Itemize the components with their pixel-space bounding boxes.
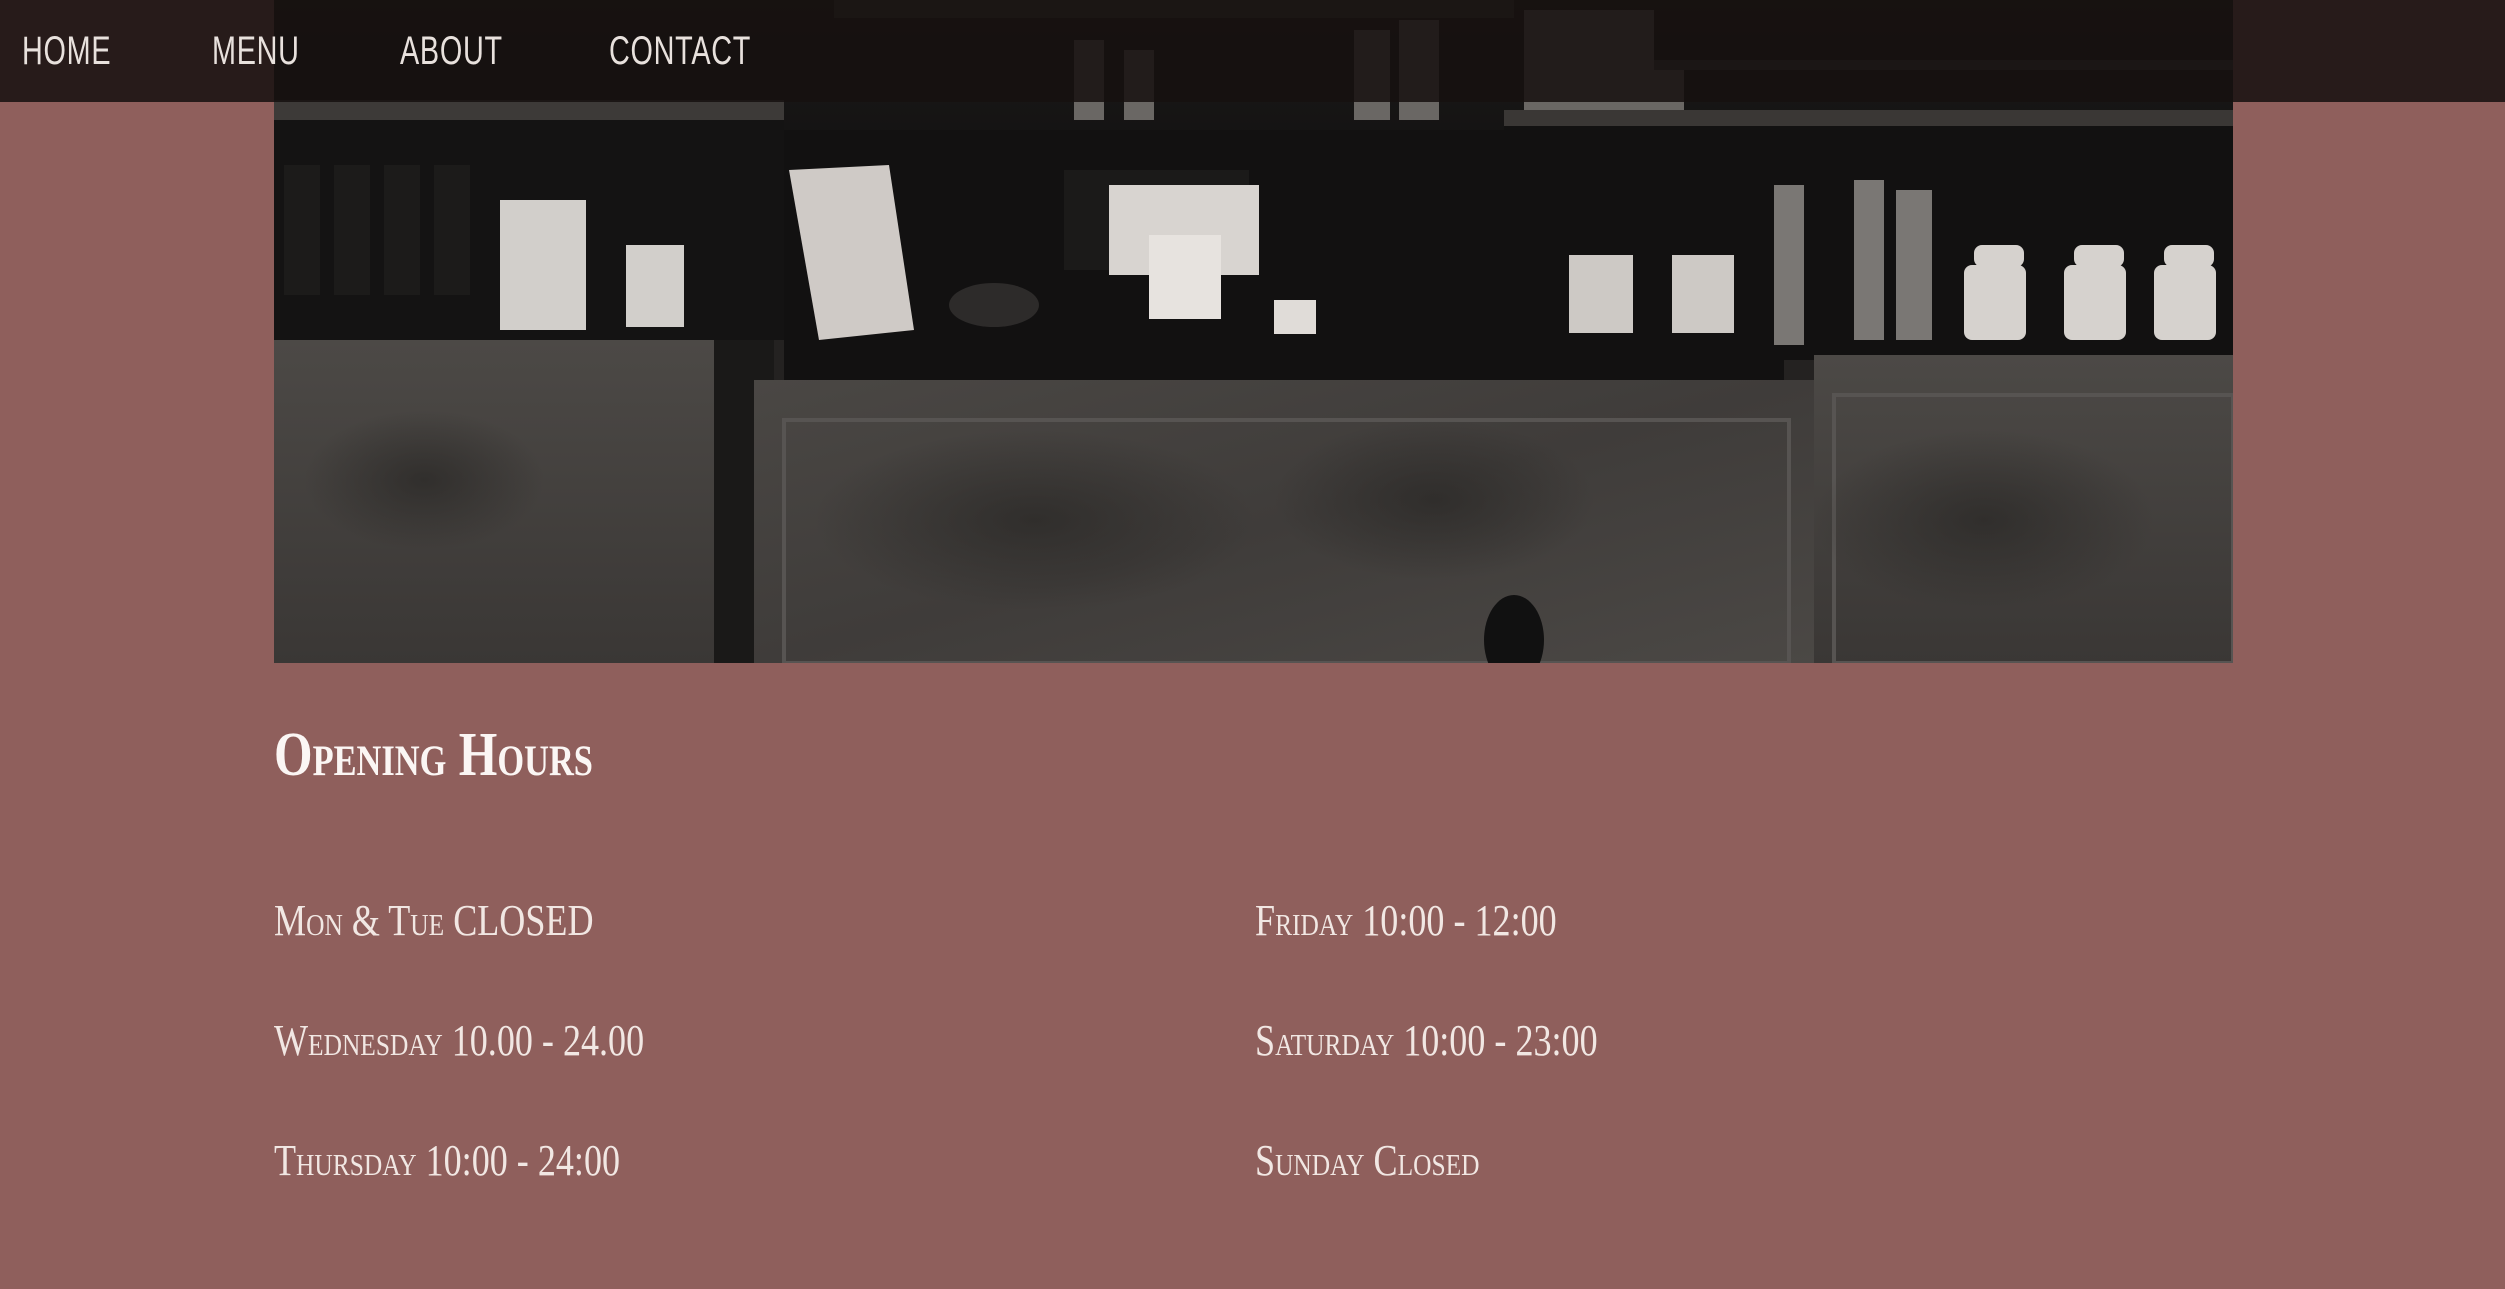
top-nav: HOME MENU ABOUT CONTACT (0, 0, 2505, 102)
nav-home[interactable]: HOME (22, 29, 111, 74)
nav-menu[interactable]: MENU (212, 29, 300, 74)
nav-about[interactable]: ABOUT (400, 29, 503, 74)
nav-contact[interactable]: CONTACT (609, 29, 751, 74)
hours-row: Saturday 10:00 - 23:00 (1255, 1016, 1598, 1065)
opening-hours-title: Opening Hours (274, 721, 593, 789)
hours-row: Mon & Tue CLOSED (274, 896, 594, 945)
hours-row: Sunday Closed (1255, 1136, 1480, 1185)
hours-column-left: Mon & Tue CLOSED Wednesday 10.00 - 24.00… (274, 896, 1174, 1256)
opening-hours-section: Opening Hours Mon & Tue CLOSED Wednesday… (274, 720, 2233, 1185)
hours-row: Thursday 10:00 - 24:00 (274, 1136, 621, 1185)
hours-column-right: Friday 10:00 - 12:00 Saturday 10:00 - 23… (1255, 896, 2155, 1256)
hours-row: Friday 10:00 - 12:00 (1255, 896, 1557, 945)
hours-row: Wednesday 10.00 - 24.00 (274, 1016, 645, 1065)
